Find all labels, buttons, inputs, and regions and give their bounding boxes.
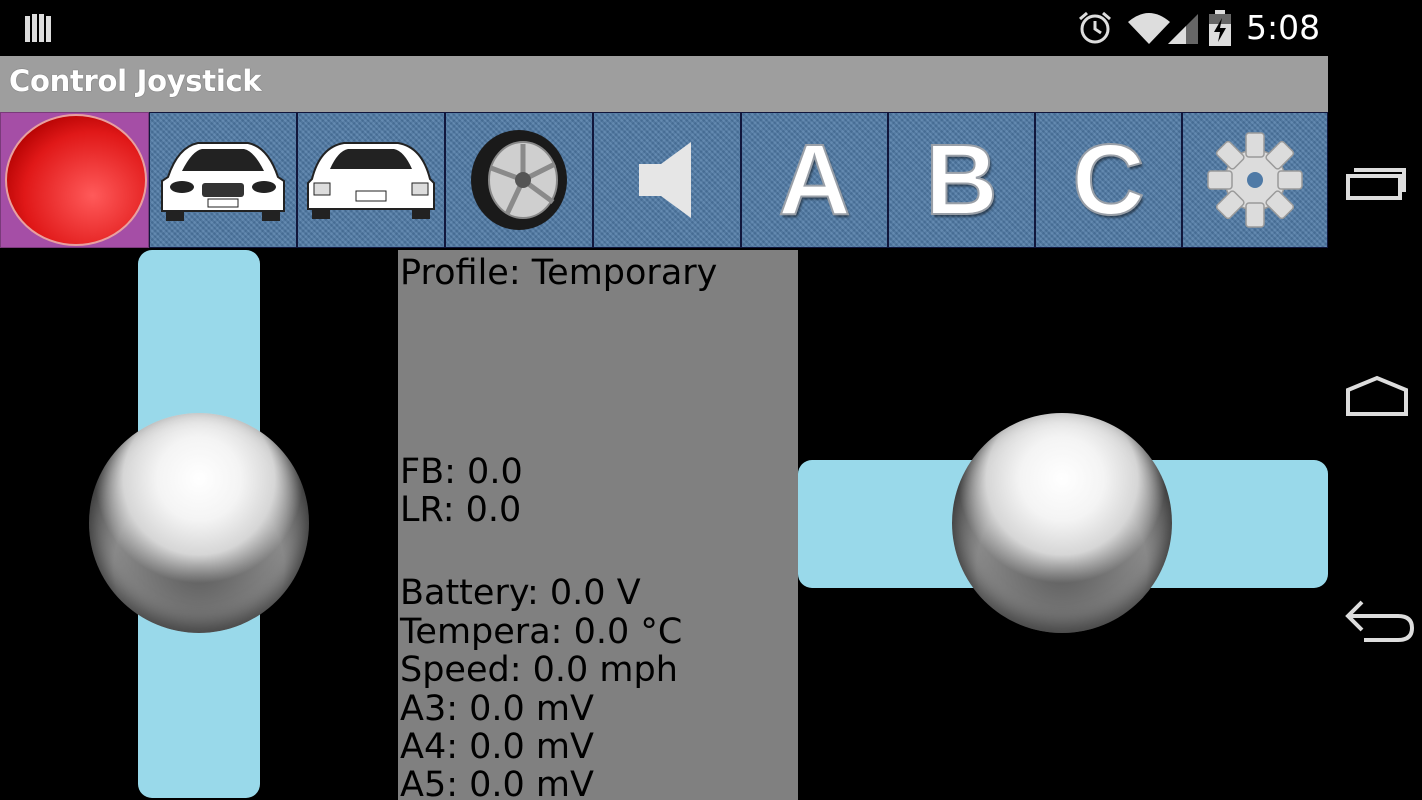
gear-icon: [1207, 132, 1303, 228]
speed-value: Speed: 0.0 mph: [400, 650, 678, 690]
fb-value: FB: 0.0: [400, 452, 523, 492]
a3-value: A3: 0.0 mV: [400, 689, 594, 729]
home-icon[interactable]: [1344, 374, 1410, 418]
telemetry-panel: Profile: Temporary FB: 0.0 LR: 0.0 Batte…: [398, 250, 798, 800]
status-time: 5:08: [1246, 8, 1321, 47]
a4-value: A4: 0.0 mV: [400, 727, 594, 767]
car-rear-icon: [307, 142, 435, 219]
car-front-icon: [161, 142, 285, 221]
speaker-button[interactable]: [593, 112, 741, 248]
red-circle-icon: [4, 114, 147, 246]
forward-back-joystick-knob[interactable]: [89, 413, 309, 633]
action-bar: Control Joystick: [0, 56, 1328, 112]
speaker-icon: [639, 142, 691, 218]
stop-button[interactable]: [0, 112, 149, 248]
a5-value: A5: 0.0 mV: [400, 765, 594, 800]
wheel-icon: [471, 130, 567, 230]
temperature-value: Tempera: 0.0 °C: [400, 612, 683, 652]
signal-icon: [1168, 14, 1198, 44]
notification-bars-icon: [25, 14, 51, 42]
status-bar: 5:08: [0, 0, 1422, 56]
c-button[interactable]: C: [1035, 112, 1182, 248]
alarm-icon: [1079, 11, 1111, 44]
profile-label: Profile: Temporary: [400, 253, 718, 293]
lr-value: LR: 0.0: [400, 490, 522, 530]
battery-charging-icon: [1209, 10, 1231, 46]
settings-button[interactable]: [1182, 112, 1328, 248]
c-button-label: C: [1071, 124, 1145, 236]
wheel-button[interactable]: [445, 112, 593, 248]
a-button-label: A: [777, 124, 851, 236]
left-right-joystick-knob[interactable]: [952, 413, 1172, 633]
back-icon[interactable]: [1344, 596, 1416, 644]
recent-apps-icon[interactable]: [1344, 160, 1408, 204]
toolbar: A B C: [0, 112, 1328, 248]
b-button[interactable]: B: [888, 112, 1035, 248]
car-front-button[interactable]: [149, 112, 297, 248]
a-button[interactable]: A: [741, 112, 888, 248]
navigation-bar: [1328, 56, 1422, 800]
car-rear-button[interactable]: [297, 112, 445, 248]
page-title: Control Joystick: [9, 64, 262, 98]
b-button-label: B: [924, 124, 998, 236]
battery-value: Battery: 0.0 V: [400, 573, 641, 613]
